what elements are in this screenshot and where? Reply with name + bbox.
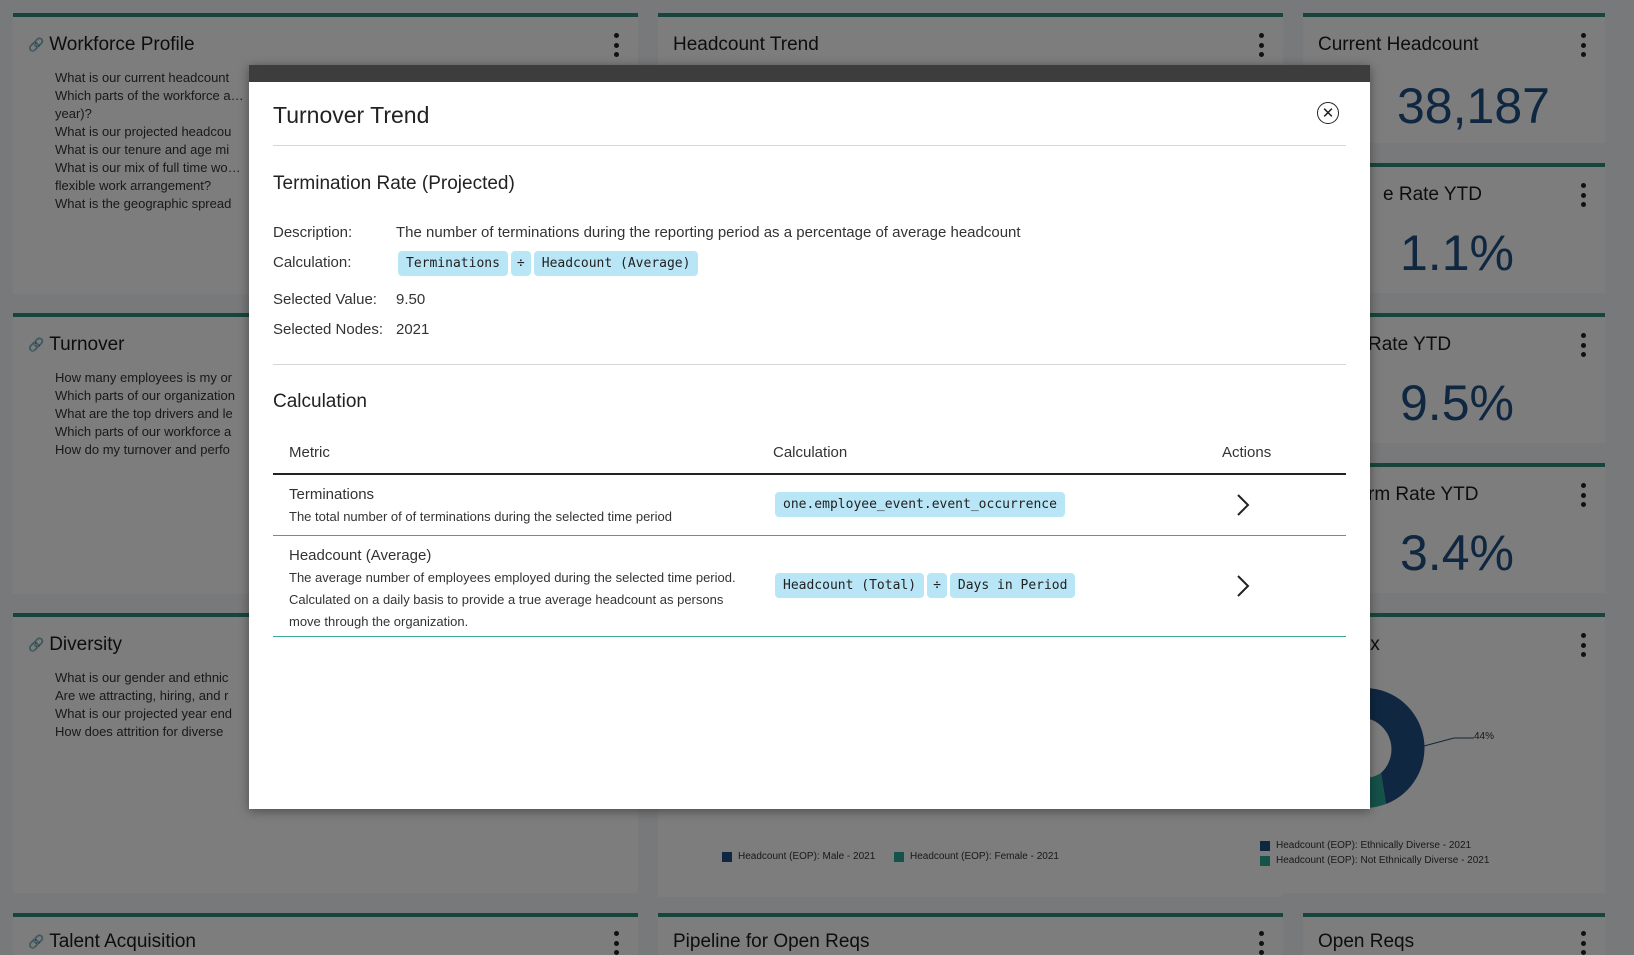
- calculation-table: Metric Calculation Actions Terminations …: [273, 435, 1346, 637]
- calculation-label: Calculation:: [273, 254, 352, 271]
- table-header: Metric Calculation Actions: [273, 435, 1346, 475]
- metric-name: Terminations: [289, 486, 375, 503]
- close-icon[interactable]: ✕: [1317, 102, 1339, 124]
- col-header-metric: Metric: [289, 444, 330, 461]
- calc-chip[interactable]: Headcount (Average): [533, 251, 699, 276]
- calc-chip[interactable]: one.employee_event.event_occurrence: [775, 492, 1065, 517]
- calculation-chips: Terminations ÷ Headcount (Average): [398, 251, 699, 276]
- modal-title: Turnover Trend: [273, 102, 430, 128]
- description-label: Description:: [273, 224, 353, 241]
- metric-description: The total number of of terminations duri…: [289, 509, 672, 524]
- chevron-right-icon[interactable]: [1233, 492, 1253, 518]
- divide-operator: ÷: [927, 573, 947, 598]
- divide-operator: ÷: [510, 251, 531, 276]
- description-value: The number of terminations during the re…: [396, 224, 1021, 241]
- col-header-actions: Actions: [1222, 444, 1272, 461]
- calc-chip[interactable]: Terminations: [398, 251, 508, 276]
- table-row: Terminations The total number of of term…: [273, 475, 1346, 536]
- selected-nodes-value: 2021: [396, 321, 430, 338]
- metric-name: Headcount (Average): [289, 547, 432, 564]
- metric-description: The average number of employees employed…: [289, 570, 736, 629]
- table-row: Headcount (Average) The average number o…: [273, 536, 1346, 637]
- divider: [273, 145, 1346, 146]
- calculation-section-title: Calculation: [273, 391, 367, 412]
- selected-value-label: Selected Value:: [273, 291, 377, 308]
- calc-chip[interactable]: Headcount (Total): [775, 573, 925, 598]
- divider: [273, 364, 1346, 365]
- calc-chip[interactable]: Days in Period: [949, 573, 1076, 598]
- chevron-right-icon[interactable]: [1233, 573, 1253, 599]
- row-calculation-chips: one.employee_event.event_occurrence: [775, 492, 1065, 517]
- metric-title: Termination Rate (Projected): [273, 173, 515, 194]
- col-header-calculation: Calculation: [773, 444, 848, 461]
- turnover-trend-modal: Turnover Trend ✕ Termination Rate (Proje…: [249, 65, 1370, 809]
- selected-nodes-label: Selected Nodes:: [273, 321, 384, 338]
- selected-value: 9.50: [396, 291, 426, 308]
- row-calculation-chips: Headcount (Total) ÷ Days in Period: [775, 573, 1076, 598]
